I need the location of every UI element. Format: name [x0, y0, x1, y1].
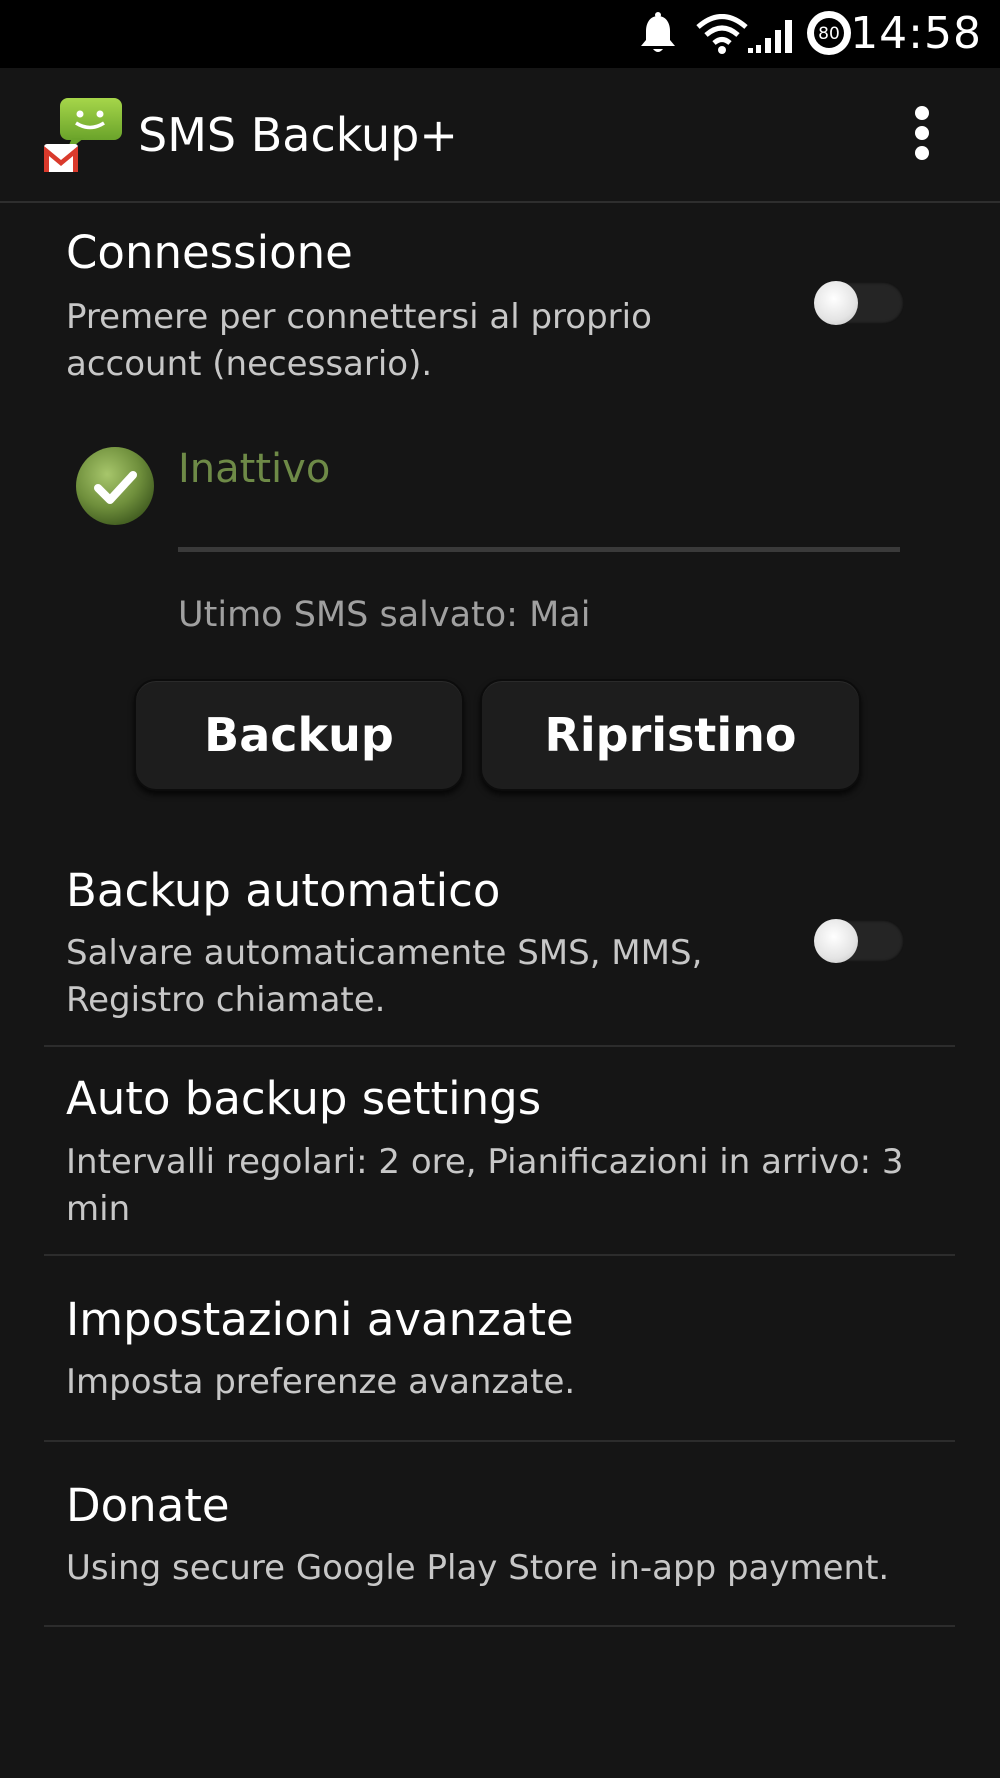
connection-summary: Premere per connettersi al proprio accou…: [66, 297, 652, 384]
signal-icon: [748, 20, 792, 53]
app-title: SMS Backup+: [138, 108, 458, 162]
advanced-settings-summary: Imposta preferenze avanzate.: [66, 1362, 576, 1402]
connection-title: Connessione: [66, 226, 353, 279]
notification-bell-icon: [641, 12, 675, 52]
auto-backup-toggle[interactable]: [814, 918, 906, 964]
overflow-menu-icon[interactable]: [900, 106, 944, 166]
divider: [44, 1045, 955, 1047]
divider: [44, 1440, 955, 1442]
battery-level: 80: [818, 24, 840, 44]
auto-backup-settings-summary: Intervalli regolari: 2 ore, Pianificazio…: [66, 1142, 904, 1229]
donate-summary: Using secure Google Play Store in-app pa…: [66, 1548, 890, 1588]
backup-button[interactable]: Backup: [134, 679, 464, 791]
status-label: Inattivo: [178, 446, 331, 492]
battery-icon: 80: [807, 11, 851, 55]
sms-backup-logo-icon[interactable]: [42, 96, 126, 176]
auto-backup-summary: Salvare automaticamente SMS, MMS, Regist…: [66, 933, 703, 1020]
wifi-icon: [696, 14, 748, 54]
action-bar: SMS Backup+: [0, 68, 1000, 203]
divider: [44, 1254, 955, 1256]
status-progress-line: [178, 547, 900, 552]
auto-backup-title: Backup automatico: [66, 864, 501, 917]
connection-toggle[interactable]: [814, 280, 906, 326]
auto-backup-settings-title: Auto backup settings: [66, 1072, 542, 1125]
advanced-settings-title: Impostazioni avanzate: [66, 1293, 574, 1346]
donate-title: Donate: [66, 1479, 230, 1532]
check-circle-icon: [76, 447, 154, 525]
status-bar: 80 14:58: [0, 0, 1000, 68]
clock: 14:58: [850, 8, 982, 59]
last-sms-label: Utimo SMS salvato: Mai: [178, 595, 591, 635]
divider: [44, 1625, 955, 1627]
restore-button[interactable]: Ripristino: [480, 679, 861, 791]
